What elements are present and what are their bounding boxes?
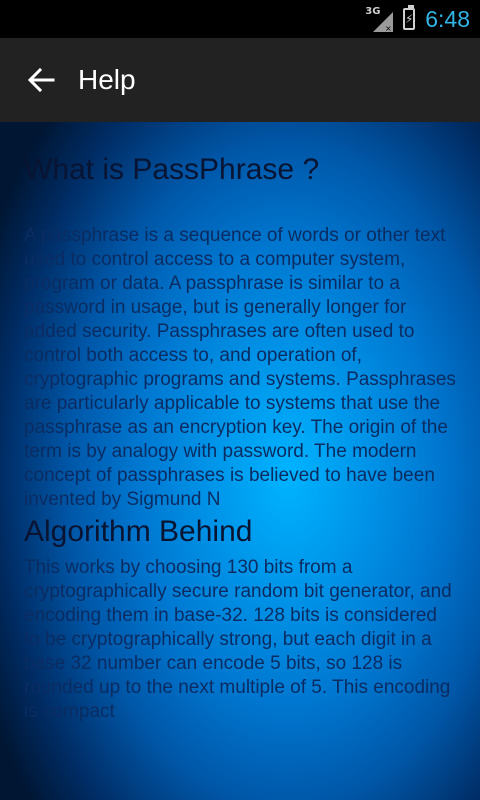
- heading-algorithm-behind: Algorithm Behind: [24, 515, 253, 548]
- status-bar: 3G × ⚡ 6:48: [0, 0, 480, 38]
- network-signal: 3G ×: [365, 4, 395, 34]
- page-title: Help: [78, 64, 136, 95]
- heading-what-is-passphrase: What is PassPhrase ?: [24, 153, 320, 186]
- battery-charging-icon: ⚡: [403, 5, 416, 30]
- signal-icon: ×: [373, 12, 394, 33]
- arrow-left-icon: [27, 67, 55, 93]
- paragraph-passphrase-definition: A passphrase is a sequence of words or o…: [24, 225, 456, 510]
- paragraph-algorithm-description: This works by choosing 130 bits from a c…: [24, 557, 452, 722]
- help-content-scroll[interactable]: What is PassPhrase ? A passphrase is a s…: [0, 122, 480, 800]
- back-button[interactable]: [14, 53, 68, 107]
- clock-time: 6:48: [425, 5, 470, 32]
- svg-text:×: ×: [385, 24, 392, 33]
- action-bar: Help: [0, 38, 480, 122]
